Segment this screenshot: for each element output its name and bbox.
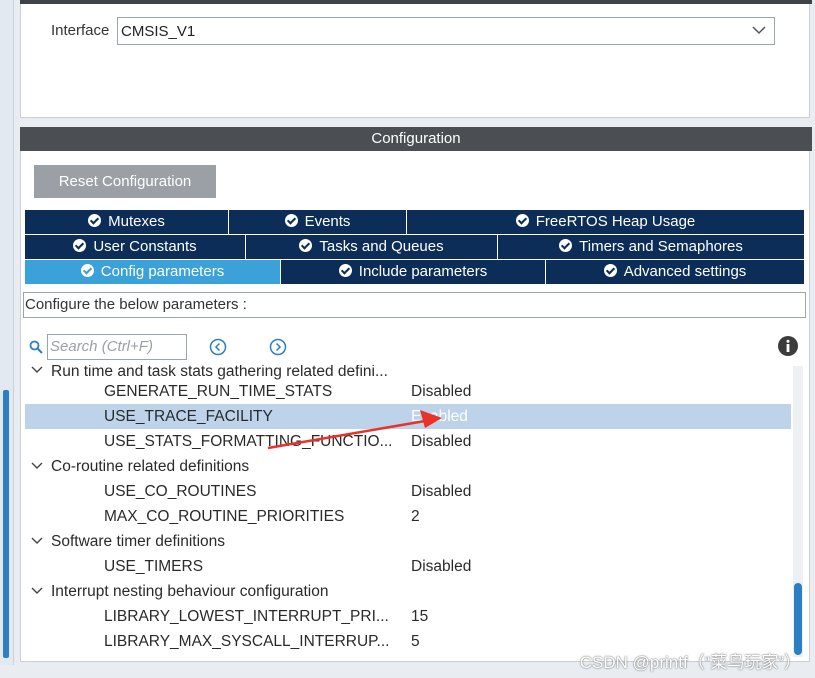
config-tabs: Mutexes Events FreeRTOS Heap Usage User …: [25, 210, 804, 285]
left-scrollbar-thumb[interactable]: [3, 390, 9, 658]
param-name: USE_TIMERS: [104, 558, 204, 575]
tab-label: Include parameters: [358, 263, 488, 280]
param-value[interactable]: Disabled: [411, 554, 471, 579]
tree-group[interactable]: Interrupt nesting behaviour configuratio…: [25, 579, 791, 604]
table-row[interactable]: MAX_CO_ROUTINE_PRIORITIES 2: [25, 504, 791, 529]
tree-group[interactable]: Co-routine related definitions: [25, 454, 791, 479]
interface-label: Interface: [51, 22, 110, 39]
table-row[interactable]: USE_CO_ROUTINES Disabled: [25, 479, 791, 504]
tree-group[interactable]: Run time and task stats gathering relate…: [25, 365, 791, 380]
watermark: CSDN @printf（“菜鸟玩家”）: [579, 653, 801, 672]
search-toolbar: Search (Ctrl+F): [29, 334, 799, 360]
tab-config-parameters[interactable]: Config parameters: [25, 260, 281, 284]
check-circle-icon: [603, 264, 617, 277]
vertical-scrollbar[interactable]: [793, 366, 803, 657]
param-name: MAX_CO_ROUTINE_PRIORITIES: [104, 508, 345, 525]
tab-timers-and-semaphores[interactable]: Timers and Semaphores: [498, 235, 804, 259]
tab-row-1: Mutexes Events FreeRTOS Heap Usage: [25, 210, 804, 235]
table-row[interactable]: LIBRARY_LOWEST_INTERRUPT_PRI... 15: [25, 604, 791, 629]
reset-configuration-button[interactable]: Reset Configuration: [34, 165, 216, 198]
tab-label: User Constants: [93, 238, 197, 255]
param-value[interactable]: Disabled: [411, 479, 471, 504]
interface-select[interactable]: CMSIS_V1: [117, 17, 775, 45]
param-name: USE_TRACE_FACILITY: [104, 408, 273, 425]
tab-user-constants[interactable]: User Constants: [25, 235, 246, 259]
param-value[interactable]: 5: [411, 629, 420, 654]
left-panel-edge: [0, 0, 14, 665]
param-name: LIBRARY_LOWEST_INTERRUPT_PRI...: [104, 608, 389, 625]
check-circle-icon: [338, 264, 352, 277]
tab-row-3: Config parameters Include parameters Adv…: [25, 260, 804, 285]
scrollbar-thumb[interactable]: [794, 583, 802, 655]
interface-panel: Interface CMSIS_V1: [20, 0, 812, 118]
chevron-down-icon[interactable]: [31, 365, 43, 375]
configuration-panel: Configuration Reset Configuration Mutexe…: [20, 127, 812, 662]
check-circle-icon: [515, 214, 529, 227]
search-icon: [29, 340, 43, 354]
param-value[interactable]: Disabled: [411, 429, 471, 454]
chevron-down-icon: [752, 26, 766, 35]
chevron-down-icon[interactable]: [31, 586, 43, 596]
description-field: Configure the below parameters :: [23, 292, 806, 318]
param-name: GENERATE_RUN_TIME_STATS: [104, 383, 333, 400]
search-input[interactable]: Search (Ctrl+F): [47, 334, 187, 360]
tab-label: Timers and Semaphores: [579, 238, 743, 255]
configuration-header: Configuration: [20, 127, 812, 151]
table-row[interactable]: USE_TIMERS Disabled: [25, 554, 791, 579]
tab-events[interactable]: Events: [229, 210, 407, 234]
tab-advanced-settings[interactable]: Advanced settings: [546, 260, 804, 284]
param-name: LIBRARY_MAX_SYSCALL_INTERRUP...: [104, 633, 390, 650]
chevron-down-icon[interactable]: [31, 536, 43, 546]
check-circle-icon: [559, 239, 573, 252]
tab-label: Advanced settings: [623, 263, 747, 280]
param-value[interactable]: Disabled: [411, 379, 471, 404]
param-value[interactable]: 15: [411, 604, 428, 629]
chevron-right-circle-icon[interactable]: [269, 338, 287, 356]
interface-value: CMSIS_V1: [121, 23, 196, 40]
check-circle-icon: [73, 239, 87, 252]
table-row[interactable]: GENERATE_RUN_TIME_STATS Disabled: [25, 379, 791, 404]
check-circle-icon: [88, 214, 102, 227]
group-label: Interrupt nesting behaviour configuratio…: [51, 583, 329, 600]
tab-label: Config parameters: [100, 263, 225, 280]
tab-tasks-and-queues[interactable]: Tasks and Queues: [246, 235, 498, 259]
check-circle-icon: [284, 214, 298, 227]
table-row[interactable]: USE_STATS_FORMATTING_FUNCTIO... Disabled: [25, 429, 791, 454]
panel-top-border: [20, 0, 812, 4]
tab-label: Mutexes: [108, 213, 165, 230]
param-name: USE_CO_ROUTINES: [104, 483, 257, 500]
chevron-left-circle-icon[interactable]: [209, 338, 227, 356]
group-label: Co-routine related definitions: [51, 458, 250, 475]
tab-label: Tasks and Queues: [319, 238, 444, 255]
stm32cubemx-freertos-config: Interface CMSIS_V1 Configuration Reset C…: [0, 0, 815, 678]
chevron-down-icon[interactable]: [31, 461, 43, 471]
tab-label: FreeRTOS Heap Usage: [535, 213, 696, 230]
tab-row-2: User Constants Tasks and Queues Timers a…: [25, 235, 804, 260]
param-name: USE_STATS_FORMATTING_FUNCTIO...: [104, 433, 393, 450]
tab-include-parameters[interactable]: Include parameters: [281, 260, 546, 284]
tree-group[interactable]: Software timer definitions: [25, 529, 791, 554]
table-row-selected[interactable]: USE_TRACE_FACILITY Enabled: [25, 404, 791, 429]
param-value[interactable]: Enabled: [411, 404, 468, 429]
info-icon[interactable]: [777, 335, 799, 357]
param-value[interactable]: 2: [411, 504, 420, 529]
check-circle-icon: [80, 264, 94, 277]
tab-mutexes[interactable]: Mutexes: [25, 210, 229, 234]
tab-freertos-heap-usage[interactable]: FreeRTOS Heap Usage: [407, 210, 804, 234]
tab-label: Events: [304, 213, 351, 230]
parameter-tree: Run time and task stats gathering relate…: [25, 365, 791, 657]
check-circle-icon: [299, 239, 313, 252]
group-label: Software timer definitions: [51, 533, 226, 550]
